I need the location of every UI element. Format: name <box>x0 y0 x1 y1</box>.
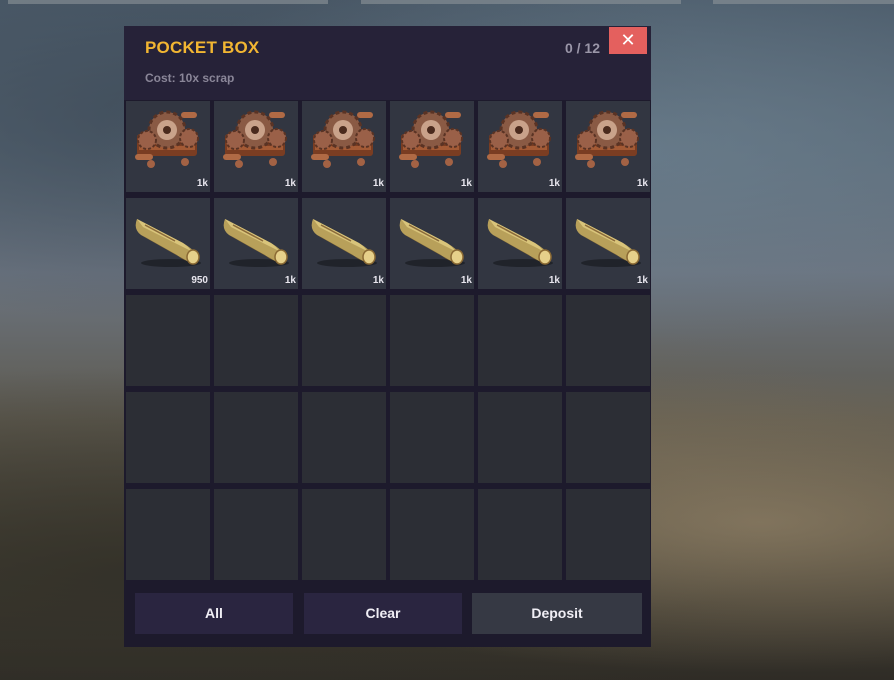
hud-bar-left <box>8 0 328 4</box>
inventory-slot-gears[interactable]: 1k <box>566 101 650 192</box>
item-quantity: 1k <box>196 178 208 189</box>
inventory-slot-empty[interactable] <box>390 392 474 483</box>
inventory-slot-wood[interactable]: 1k <box>390 198 474 289</box>
pocket-box-panel: POCKET BOX Cost: 10x scrap 0 / 12 ✕ 1k 1k… <box>124 26 651 647</box>
inventory-slot-empty[interactable] <box>566 295 650 386</box>
inventory-slot-empty[interactable] <box>126 295 210 386</box>
inventory-slot-wood[interactable]: 950 <box>126 198 210 289</box>
inventory-slot-empty[interactable] <box>390 295 474 386</box>
all-button[interactable]: All <box>135 593 293 634</box>
inventory-slot-gears[interactable]: 1k <box>478 101 562 192</box>
panel-header: POCKET BOX Cost: 10x scrap 0 / 12 ✕ <box>124 26 651 100</box>
item-quantity: 1k <box>372 178 384 189</box>
inventory-slot-empty[interactable] <box>214 295 298 386</box>
inventory-slot-wood[interactable]: 1k <box>478 198 562 289</box>
inventory-slot-empty[interactable] <box>302 295 386 386</box>
inventory-grid: 1k 1k 1k 1k 1k 1k 950 1k 1k 1k 1k 1k <box>126 101 651 581</box>
item-quantity: 1k <box>460 275 472 286</box>
item-quantity: 1k <box>372 275 384 286</box>
inventory-slot-empty[interactable] <box>214 489 298 580</box>
hud-bar-right <box>713 0 894 4</box>
inventory-slot-gears[interactable]: 1k <box>126 101 210 192</box>
inventory-slot-empty[interactable] <box>478 489 562 580</box>
panel-title: POCKET BOX <box>145 38 260 57</box>
close-icon: ✕ <box>620 30 636 50</box>
inventory-slot-empty[interactable] <box>126 489 210 580</box>
inventory-slot-empty[interactable] <box>478 392 562 483</box>
inventory-slot-empty[interactable] <box>126 392 210 483</box>
item-quantity: 1k <box>284 275 296 286</box>
inventory-slot-gears[interactable]: 1k <box>302 101 386 192</box>
panel-footer: All Clear Deposit <box>124 583 651 647</box>
inventory-slot-wood[interactable]: 1k <box>302 198 386 289</box>
inventory-slot-empty[interactable] <box>478 295 562 386</box>
item-quantity: 1k <box>636 178 648 189</box>
inventory-slot-wood[interactable]: 1k <box>566 198 650 289</box>
inventory-slot-empty[interactable] <box>302 489 386 580</box>
inventory-slot-wood[interactable]: 1k <box>214 198 298 289</box>
inventory-slot-empty[interactable] <box>566 489 650 580</box>
inventory-slot-empty[interactable] <box>390 489 474 580</box>
inventory-slot-gears[interactable]: 1k <box>390 101 474 192</box>
deposit-button[interactable]: Deposit <box>472 593 642 634</box>
item-quantity: 1k <box>636 275 648 286</box>
slot-counter: 0 / 12 <box>564 40 600 56</box>
hud-bar-center <box>361 0 681 4</box>
inventory-slot-empty[interactable] <box>302 392 386 483</box>
item-quantity: 950 <box>191 275 208 286</box>
item-quantity: 1k <box>548 275 560 286</box>
inventory-slot-empty[interactable] <box>566 392 650 483</box>
item-quantity: 1k <box>284 178 296 189</box>
inventory-slot-empty[interactable] <box>214 392 298 483</box>
clear-button[interactable]: Clear <box>304 593 462 634</box>
item-quantity: 1k <box>460 178 472 189</box>
inventory-slot-gears[interactable]: 1k <box>214 101 298 192</box>
cost-label: Cost: 10x scrap <box>145 71 235 85</box>
item-quantity: 1k <box>548 178 560 189</box>
close-button[interactable]: ✕ <box>609 27 647 54</box>
